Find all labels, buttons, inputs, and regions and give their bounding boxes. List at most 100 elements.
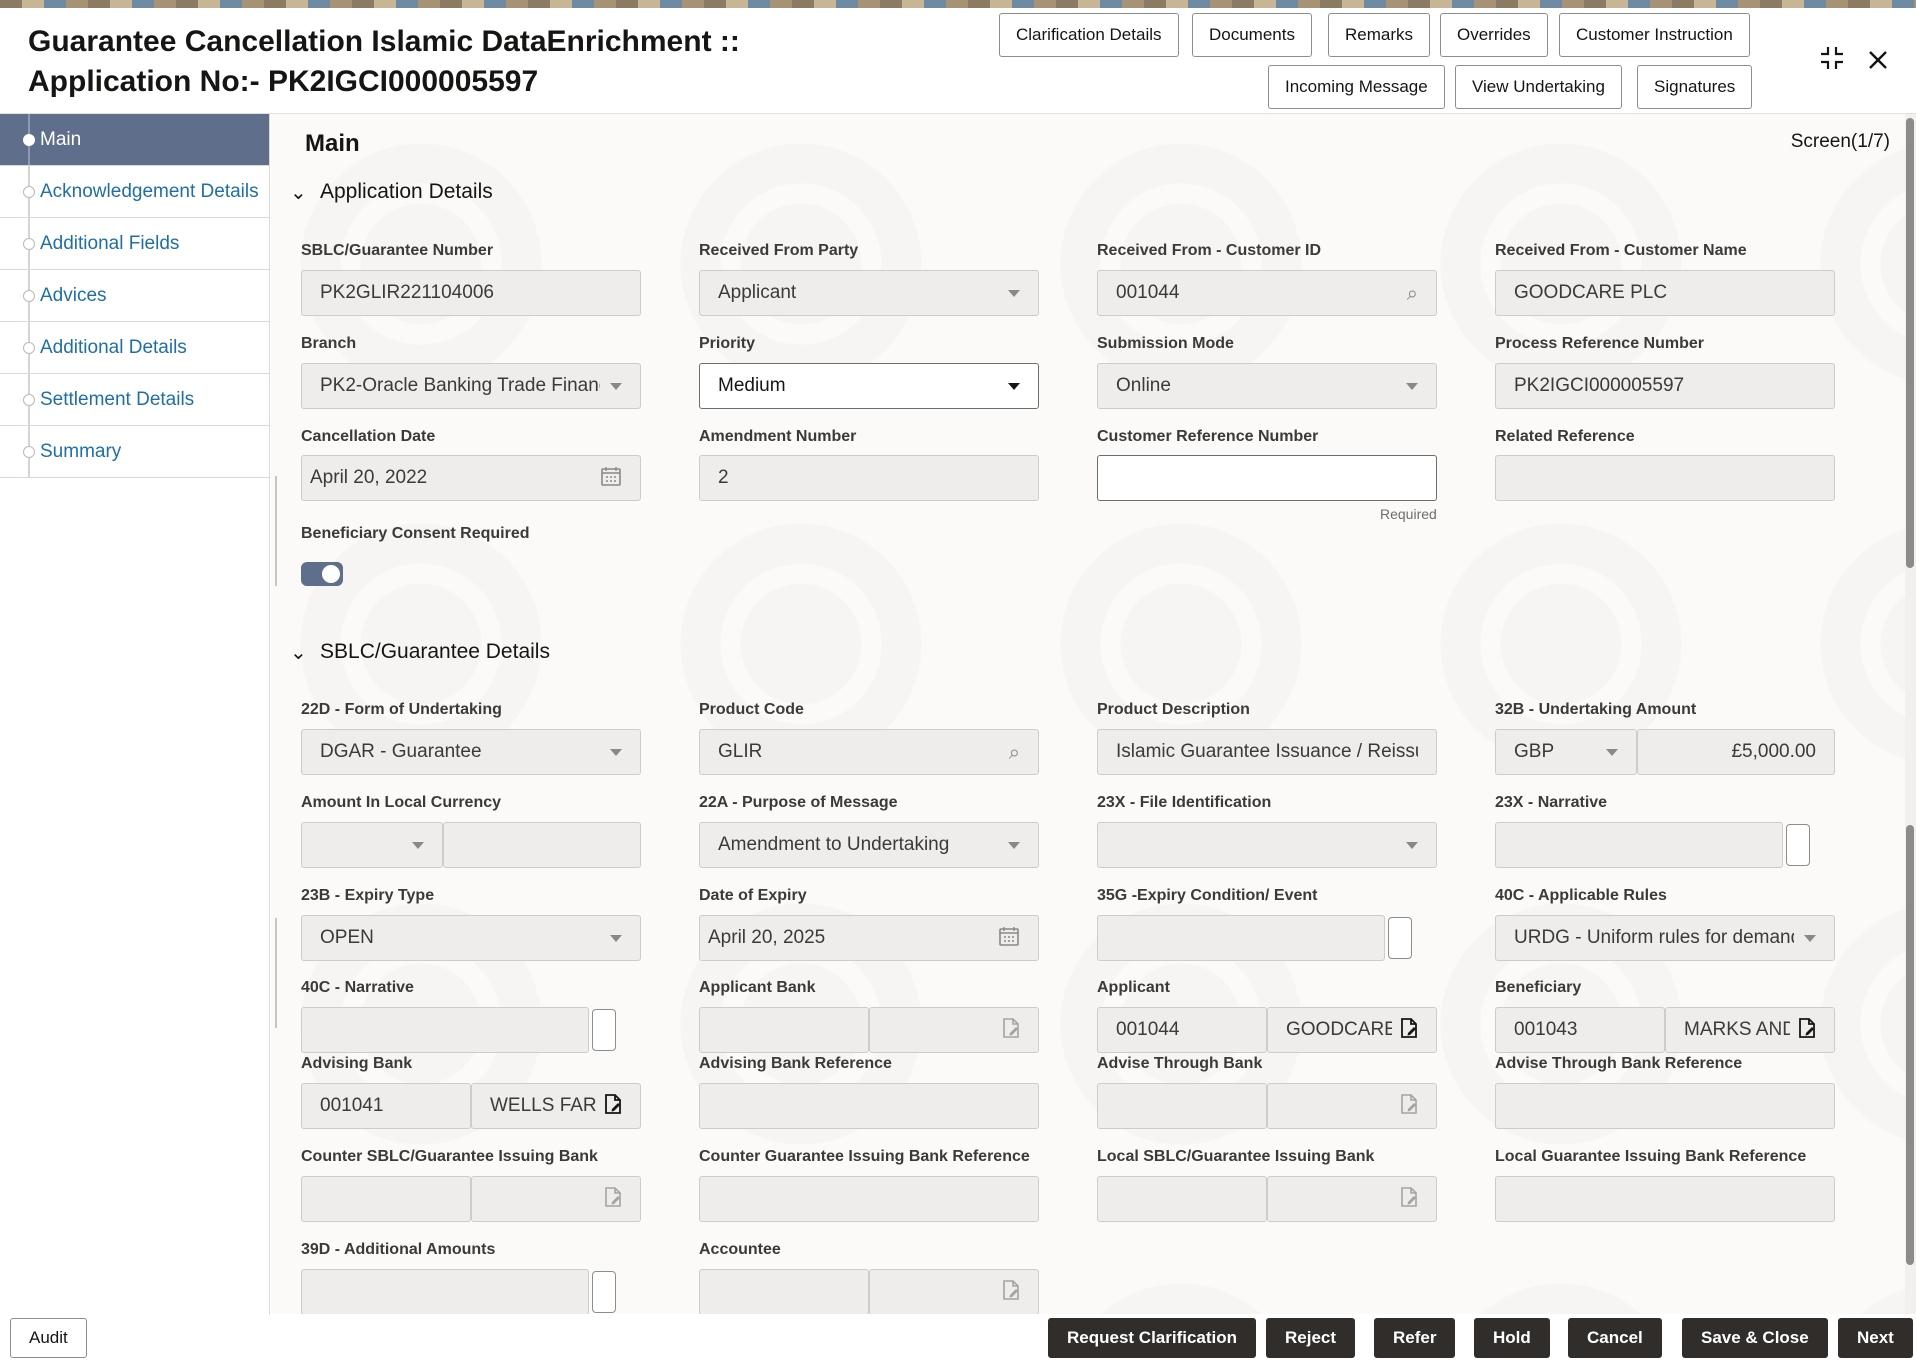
customer-instruction-button[interactable]: Customer Instruction [1559,13,1750,57]
field-value: 2 [718,467,1020,489]
advise-through-reference-field [1495,1083,1835,1129]
main-section-title: Main [305,130,360,158]
priority-select[interactable]: Medium [699,363,1039,409]
field-label: Amount In Local Currency [301,794,501,812]
field-label: 32B - Undertaking Amount [1495,701,1696,719]
clarification-details-button[interactable]: Clarification Details [999,13,1179,57]
view-undertaking-button[interactable]: View Undertaking [1455,65,1622,109]
documents-button[interactable]: Documents [1192,13,1312,57]
field-label: Beneficiary [1495,979,1581,997]
sidebar-item-acknowledgement-details[interactable]: Acknowledgement Details [0,166,269,218]
chevron-down-icon [1406,842,1418,849]
edit-document-icon[interactable] [1400,1093,1418,1120]
field-label: Advising Bank [301,1055,412,1073]
calendar-icon[interactable] [600,465,622,492]
title-line-2: Application No:- PK2IGCI000005597 [28,62,740,102]
next-button[interactable]: Next [1838,1318,1913,1358]
sidebar-item-advices[interactable]: Advices [0,270,269,322]
field-label: 35G -Expiry Condition/ Event [1097,887,1317,905]
chevron-down-icon [610,749,622,756]
field-label: Received From - Customer ID [1097,242,1321,260]
edit-document-icon[interactable] [1400,1017,1418,1044]
close-icon[interactable] [1866,46,1890,79]
chevron-down-icon [1008,842,1020,849]
nav-step-dot [23,186,35,198]
edit-document-icon[interactable] [1400,1186,1418,1213]
field-label: Process Reference Number [1495,335,1704,353]
cancellation-date-field: April 20, 2022 [301,455,641,501]
hold-button[interactable]: Hold [1474,1318,1550,1358]
field-label: Applicant [1097,979,1170,997]
section-title: Application Details [320,180,493,204]
expiry-condition-expand-button[interactable] [1388,917,1412,959]
page-title: Guarantee Cancellation Islamic DataEnric… [28,22,740,102]
search-icon[interactable]: ⌕ [1407,281,1418,305]
purpose-of-message-select: Amendment to Undertaking [699,822,1039,868]
narrative-23x-expand-button[interactable] [1786,824,1810,866]
remarks-button[interactable]: Remarks [1328,13,1430,57]
edit-document-icon[interactable] [1002,1017,1020,1044]
field-value: OPEN [320,927,600,949]
reject-button[interactable]: Reject [1266,1318,1355,1358]
screen-counter: Screen(1/7) [1791,131,1890,153]
sidebar-item-settlement-details[interactable]: Settlement Details [0,374,269,426]
incoming-message-button[interactable]: Incoming Message [1268,65,1445,109]
overrides-button[interactable]: Overrides [1440,13,1548,57]
counter-issuing-bank-id-field [301,1176,471,1222]
signatures-button[interactable]: Signatures [1637,65,1752,109]
field-label: 22A - Purpose of Message [699,794,898,812]
field-value: PK2IGCI000005597 [1514,375,1816,397]
field-value: April 20, 2025 [708,927,990,949]
sidebar-item-label: Advices [40,285,107,307]
save-and-close-button[interactable]: Save & Close [1682,1318,1828,1358]
vertical-scrollbar-thumb[interactable] [1906,118,1914,568]
application-details-header[interactable]: ⌄ Application Details [290,180,493,204]
process-reference-field: PK2IGCI000005597 [1495,363,1835,409]
sblc-guarantee-details-header[interactable]: ⌄ SBLC/Guarantee Details [290,640,550,664]
edit-document-icon[interactable] [604,1186,622,1213]
field-label: Received From Party [699,242,858,260]
advising-bank-reference-field [699,1083,1039,1129]
sidebar-item-additional-details[interactable]: Additional Details [0,322,269,374]
vertical-scrollbar-thumb-lower[interactable] [1906,825,1914,1265]
narrative-40c-expand-button[interactable] [592,1009,616,1051]
section-title: SBLC/Guarantee Details [320,640,550,664]
sidebar-item-additional-fields[interactable]: Additional Fields [0,218,269,270]
nav-step-dot [23,290,35,302]
field-label: Local Guarantee Issuing Bank Reference [1495,1148,1806,1166]
field-label: Cancellation Date [301,428,435,446]
applicant-bank-id-field [699,1007,869,1053]
audit-button[interactable]: Audit [10,1318,87,1358]
edit-document-icon[interactable] [604,1093,622,1120]
local-issuing-bank-id-field [1097,1176,1267,1222]
customer-reference-input[interactable] [1097,455,1437,501]
beneficiary-consent-toggle[interactable] [301,562,343,586]
field-value: 001041 [320,1095,452,1117]
field-label: Received From - Customer Name [1495,242,1747,260]
request-clarification-button[interactable]: Request Clarification [1048,1318,1256,1358]
search-icon[interactable]: ⌕ [1009,740,1020,764]
sidebar-item-summary[interactable]: Summary [0,426,269,478]
collapse-icon[interactable] [1818,44,1846,79]
chevron-down-icon [1008,290,1020,297]
field-value: Medium [718,375,998,397]
edit-document-icon[interactable] [1798,1017,1816,1044]
field-label: Related Reference [1495,428,1635,446]
undertaking-amount-field: £5,000.00 [1637,729,1835,775]
title-line-1: Guarantee Cancellation Islamic DataEnric… [28,22,740,62]
counter-issuing-reference-field [699,1176,1039,1222]
expiry-type-select: OPEN [301,915,641,961]
refer-button[interactable]: Refer [1374,1318,1455,1358]
chevron-down-icon [1804,935,1816,942]
additional-amounts-expand-button[interactable] [592,1271,616,1313]
applicable-rules-select: URDG - Uniform rules for demand guarante… [1495,915,1835,961]
field-label: 23X - File Identification [1097,794,1271,812]
field-label: 40C - Applicable Rules [1495,887,1667,905]
edit-document-icon[interactable] [1002,1279,1020,1306]
calendar-icon[interactable] [998,925,1020,952]
product-description-field: Islamic Guarantee Issuance / Reissuance [1097,729,1437,775]
chevron-down-icon [610,383,622,390]
cancel-button[interactable]: Cancel [1568,1318,1662,1358]
sidebar-item-main[interactable]: Main [0,114,269,166]
field-value: MARKS AND SPENCER [1684,1019,1790,1041]
